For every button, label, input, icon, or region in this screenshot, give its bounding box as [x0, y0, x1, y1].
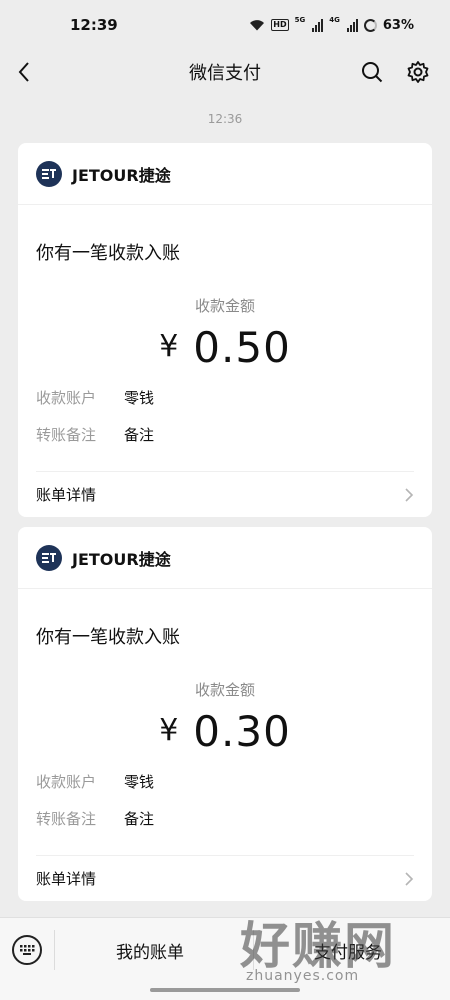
bottom-menu-bar: 我的账单 支付服务 [0, 917, 450, 1000]
brand-name: JETOUR捷途 [72, 165, 171, 185]
detail-key: 转账备注 [36, 810, 97, 828]
gear-icon [407, 61, 429, 83]
page-title: 微信支付 [189, 63, 261, 84]
menu-divider [253, 930, 254, 970]
detail-key: 收款账户 [36, 389, 97, 407]
amount: ¥0.50 [18, 323, 432, 372]
detail-value: 备注 [124, 810, 155, 828]
signal-icon [312, 18, 324, 32]
keyboard-toggle-button[interactable] [12, 935, 42, 965]
nav-bar: 微信支付 [0, 50, 450, 94]
search-icon [362, 62, 383, 83]
wifi-icon [250, 20, 265, 31]
amount: ¥0.30 [18, 707, 432, 756]
detail-key: 收款账户 [36, 773, 97, 791]
chevron-right-icon [405, 487, 414, 502]
bill-details-link[interactable]: 账单详情 [36, 471, 414, 517]
card-subject: 你有一笔收款入账 [36, 627, 180, 648]
card-header: JETOUR捷途 [18, 527, 432, 589]
message-timestamp: 12:36 [207, 112, 243, 126]
detail-value: 备注 [124, 426, 155, 444]
chevron-right-icon [405, 871, 414, 886]
payment-notification-card[interactable]: JETOUR捷途 你有一笔收款入账 收款金额 ¥0.50 收款账户 零钱 转账备… [18, 143, 432, 517]
amount-value: 0.50 [193, 323, 291, 372]
back-button[interactable] [10, 58, 38, 86]
network-5g-label: 5G [294, 16, 306, 24]
brand-logo-icon [36, 544, 62, 571]
status-icons: HD 5G 4G 63% [249, 16, 414, 33]
network-4g-label: 4G [329, 16, 340, 24]
currency-symbol: ¥ [159, 713, 180, 748]
currency-symbol: ¥ [159, 329, 180, 364]
settings-button[interactable] [404, 58, 432, 86]
payment-notification-card[interactable]: JETOUR捷途 你有一笔收款入账 收款金额 ¥0.30 收款账户 零钱 转账备… [18, 527, 432, 901]
amount-label: 收款金额 [194, 297, 255, 315]
detail-key: 转账备注 [36, 426, 97, 444]
search-button[interactable] [358, 58, 386, 86]
battery-icon [363, 18, 377, 32]
detail-row-account: 收款账户 零钱 [36, 771, 154, 792]
bill-details-label: 账单详情 [36, 486, 97, 504]
card-header: JETOUR捷途 [18, 143, 432, 205]
home-indicator[interactable] [150, 988, 300, 992]
status-time: 12:39 [70, 16, 118, 34]
keyboard-icon [20, 945, 35, 955]
hd-badge: HD [271, 19, 289, 31]
detail-value: 零钱 [124, 389, 155, 407]
amount-label: 收款金额 [194, 681, 255, 699]
card-subject: 你有一笔收款入账 [36, 243, 180, 264]
amount-value: 0.30 [193, 707, 291, 756]
bill-details-link[interactable]: 账单详情 [36, 855, 414, 901]
brand-name: JETOUR捷途 [72, 549, 171, 569]
chevron-left-icon [18, 62, 29, 82]
detail-row-note: 转账备注 备注 [36, 808, 154, 829]
menu-payment-services[interactable]: 支付服务 [314, 938, 382, 963]
detail-row-account: 收款账户 零钱 [36, 387, 154, 408]
detail-value: 零钱 [124, 773, 155, 791]
bill-details-label: 账单详情 [36, 870, 97, 888]
battery-percent: 63% [382, 17, 414, 33]
detail-row-note: 转账备注 备注 [36, 424, 154, 445]
menu-divider [54, 930, 55, 970]
brand-logo-icon [36, 160, 62, 187]
signal-icon-2 [346, 18, 358, 32]
status-bar: 12:39 HD 5G 4G 63% [0, 0, 450, 50]
menu-my-bills[interactable]: 我的账单 [116, 938, 184, 963]
